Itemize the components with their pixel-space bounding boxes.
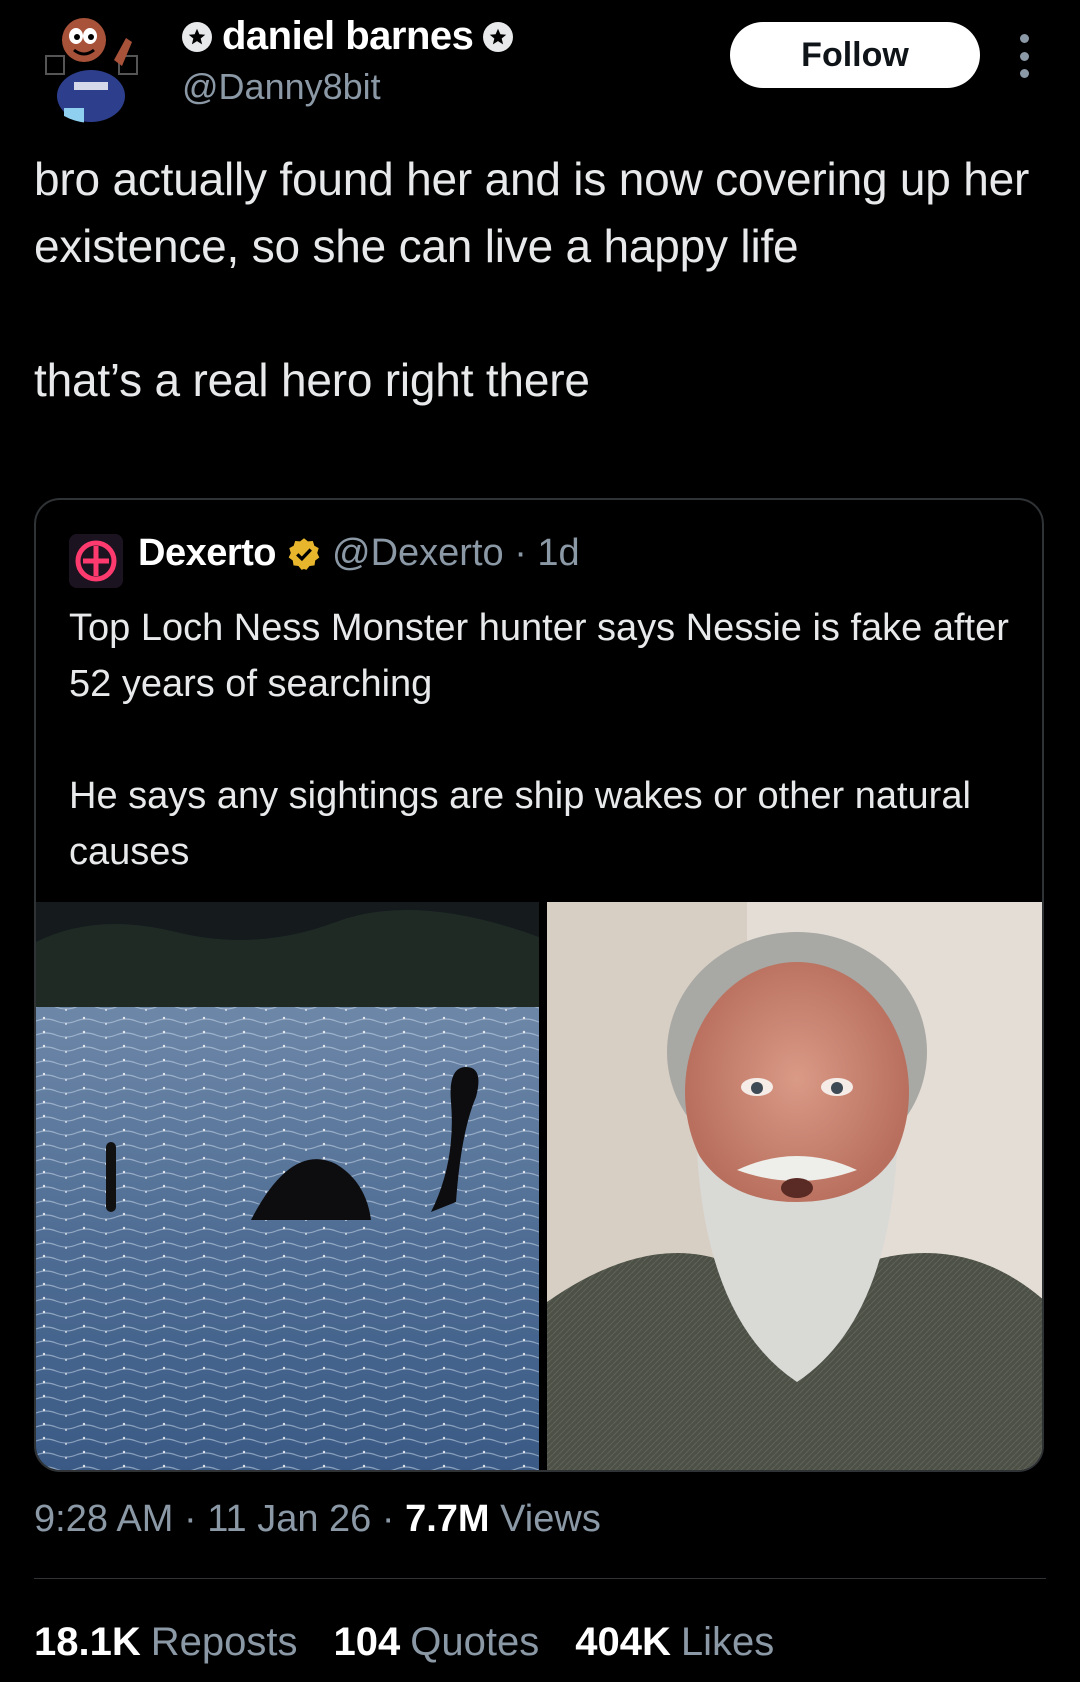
author-handle[interactable]: @Danny8bit xyxy=(182,66,381,108)
author-avatar[interactable] xyxy=(34,8,149,123)
monster-hunter-portrait[interactable] xyxy=(547,902,1042,1470)
divider xyxy=(34,1578,1046,1579)
dexerto-logo-icon xyxy=(69,534,123,588)
tweet-meta: 9:28 AM · 11 Jan 26 · 7.7M Views xyxy=(34,1498,601,1540)
loch-ness-photo[interactable] xyxy=(36,902,539,1470)
quoted-author-handle: @Dexerto · 1d xyxy=(332,532,580,574)
author-display-name[interactable]: daniel barnes xyxy=(222,14,474,59)
quoted-tweet-card[interactable]: Dexerto @Dexerto · 1d Top Loch Ness Mons… xyxy=(34,498,1044,1472)
portrait-image xyxy=(547,902,1042,1470)
engagement-stats: 18.1K Reposts 104 Quotes 404K Likes xyxy=(34,1620,774,1665)
tweet-paragraph: bro actually found her and is now coveri… xyxy=(34,153,1030,272)
quoted-paragraph: Top Loch Ness Monster hunter says Nessie… xyxy=(69,607,1009,705)
loch-ness-image xyxy=(36,902,539,1470)
star-badge-icon xyxy=(182,21,212,52)
quoted-author-avatar[interactable] xyxy=(69,534,123,588)
quoted-author-row[interactable]: Dexerto @Dexerto · 1d xyxy=(138,532,580,575)
reposts-stat[interactable]: 18.1K Reposts xyxy=(34,1620,298,1665)
verified-badge-icon xyxy=(286,536,322,572)
avatar-illustration xyxy=(34,8,149,123)
quoted-paragraph: He says any sightings are ship wakes or … xyxy=(69,775,971,873)
quoted-author-name[interactable]: Dexerto xyxy=(138,532,277,575)
author-name-row[interactable]: daniel barnes xyxy=(182,14,514,59)
star-badge-icon xyxy=(483,21,514,52)
tweet-time[interactable]: 9:28 AM xyxy=(34,1498,173,1540)
tweet-text: bro actually found her and is now coveri… xyxy=(34,146,1044,414)
quoted-tweet-text: Top Loch Ness Monster hunter says Nessie… xyxy=(69,600,1009,880)
likes-stat[interactable]: 404K Likes xyxy=(575,1620,774,1665)
quotes-stat[interactable]: 104 Quotes xyxy=(334,1620,540,1665)
more-icon[interactable] xyxy=(1012,34,1036,78)
views-label: Views xyxy=(500,1498,601,1540)
tweet-date[interactable]: 11 Jan 26 xyxy=(207,1498,371,1540)
follow-button[interactable]: Follow xyxy=(730,22,980,88)
quoted-tweet-age: 1d xyxy=(537,532,580,574)
views-count: 7.7M xyxy=(405,1498,490,1540)
tweet-paragraph: that’s a real hero right there xyxy=(34,354,590,406)
